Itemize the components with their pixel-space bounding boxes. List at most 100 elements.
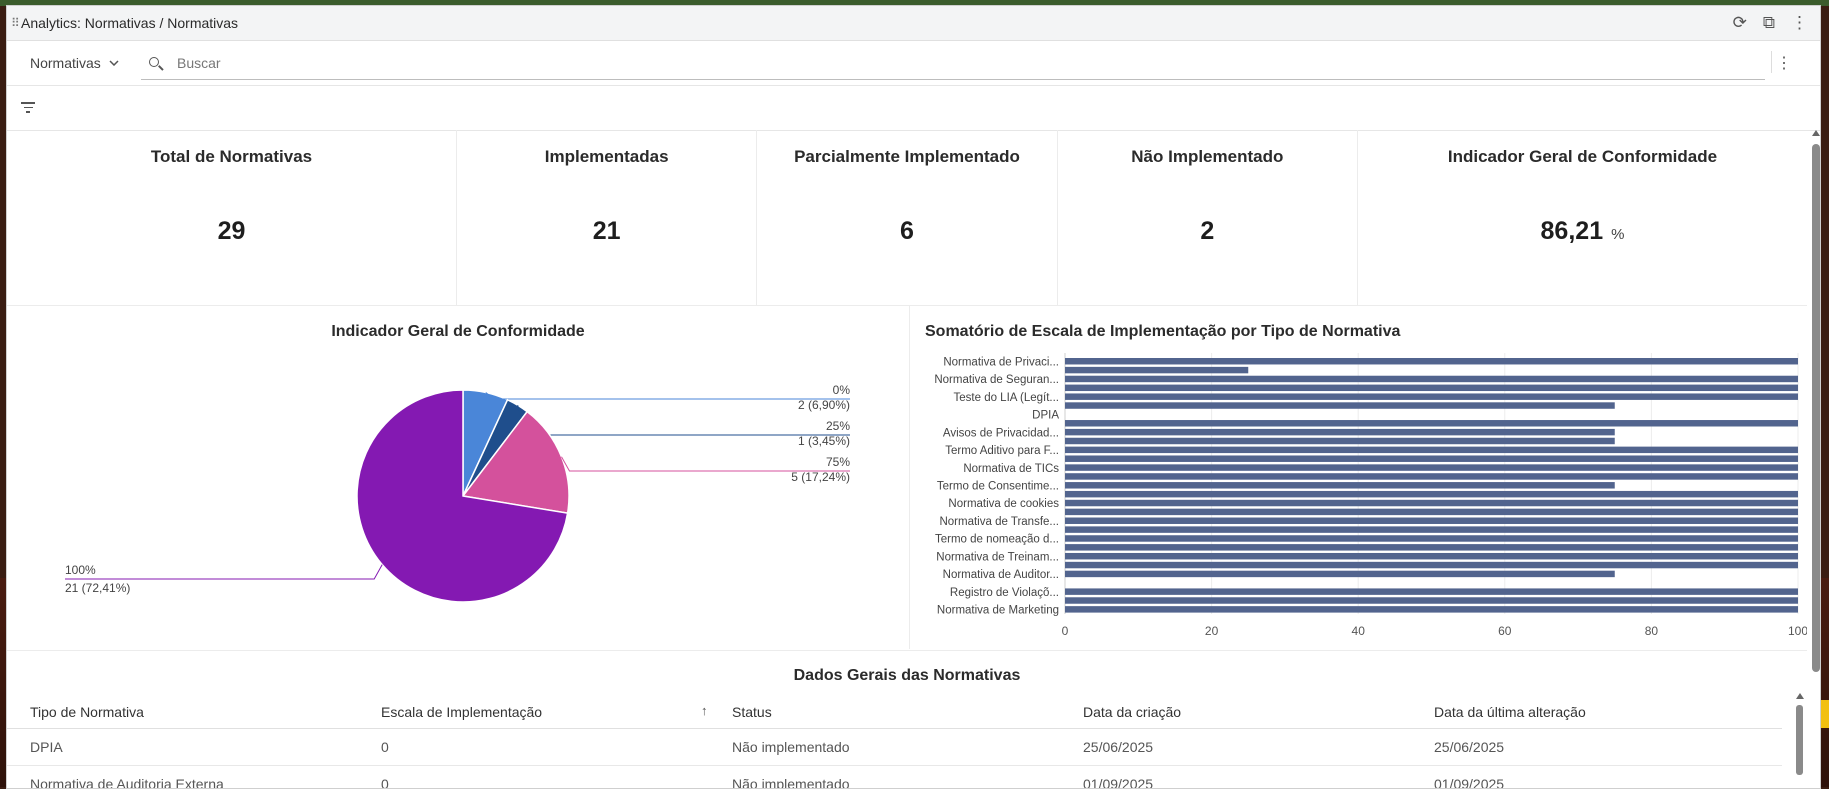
y-axis-label: Avisos de Privacidad... [943,427,1059,439]
column-header-data-alteracao[interactable]: Data da última alteração [1434,704,1586,720]
x-tick-label: 40 [1352,624,1366,638]
slice-value-label: 2 (6,90%) [798,398,850,412]
kpi-value: 29 [217,217,246,245]
pie-chart: 0%2 (6,90%) 25%1 (3,45%) 75%5 (17,24%) 100%… [65,383,851,603]
search-icon [149,57,164,71]
pie-chart-panel: Indicador Geral de Conformidade 0% 2 (6,9… [7,306,910,649]
bar [1065,606,1798,613]
bar [1065,437,1615,445]
table-row[interactable]: DPIA 0 Não implementado 25/06/2025 25/06… [7,729,1782,766]
kpi-row: Total de Normativas 29 Implementadas 21 … [7,130,1807,306]
cell-escala: 0 [381,776,389,789]
table-row[interactable]: Normativa de Auditoria Externa 0 Não imp… [7,766,1782,789]
kpi-value: 2 [1200,217,1215,245]
scroll-thumb[interactable] [1812,144,1820,672]
slice-label: 75% [826,455,850,469]
bar [1065,490,1798,498]
kpi-nao-implementado: Não Implementado 2 [1058,130,1358,305]
cell-status: Não implementado [732,739,850,755]
column-header-tipo[interactable]: Tipo de Normativa [30,704,144,720]
bar [1065,455,1798,462]
x-tick-label: 60 [1498,624,1512,638]
table-scroll-up-icon[interactable] [1796,693,1804,699]
sort-ascending-icon[interactable]: ↑ [701,703,708,718]
bar [1065,473,1798,480]
more-options-icon[interactable]: ⋮ [1791,13,1808,33]
bar [1065,517,1798,524]
kpi-total: Total de Normativas 29 [7,130,457,305]
slice-label: 0% [833,383,851,397]
bar [1065,526,1798,533]
cell-data-criacao: 01/09/2025 [1083,776,1154,789]
normativas-dropdown[interactable]: Normativas [30,55,119,71]
filter-row [7,86,1820,131]
bar [1065,358,1798,365]
dashboard-scrollbar[interactable] [1809,130,1820,690]
y-axis-label: Normativa de Auditor... [943,569,1059,581]
bar [1065,446,1798,454]
drag-handle-icon[interactable]: ⠿ [11,16,20,30]
refresh-icon[interactable]: ⟳ [1733,13,1747,33]
x-tick-label: 80 [1645,624,1659,638]
search-field[interactable] [141,47,1765,80]
leader-line [561,456,850,472]
column-header-escala[interactable]: Escala de Implementação [381,704,542,720]
search-toolbar: Normativas ⋮ [7,41,1820,86]
x-tick-label: 0 [1062,624,1069,638]
y-axis-label: Teste do LIA (Legít... [954,392,1059,404]
bar [1065,464,1798,471]
y-axis-label: Normativa de Seguran... [934,374,1059,386]
bar [1065,375,1798,383]
column-header-status[interactable]: Status [732,704,772,720]
bar [1065,588,1798,595]
search-input[interactable] [175,54,1579,72]
bar [1065,570,1615,578]
table-header: Tipo de Normativa Escala de Implementaçã… [7,698,1782,729]
kpi-value: 21 [592,217,621,245]
kpi-value: 6 [900,217,914,245]
kpi-parcial: Parcialmente Implementado 6 [757,130,1058,305]
kpi-title: Total de Normativas [150,147,313,166]
cell-tipo: Normativa de Auditoria Externa [30,776,224,789]
bar [1065,384,1798,392]
kpi-title: Implementadas [544,147,669,166]
y-axis-label: Termo de Consentime... [937,481,1059,493]
cell-status: Não implementado [732,776,850,789]
column-header-data-criacao[interactable]: Data da criação [1083,704,1181,720]
slice-value-label: 1 (3,45%) [798,434,850,448]
bar [1065,482,1615,489]
x-tick-label: 100 [1788,624,1807,638]
bar-chart-panel: Somatório de Escala de Implementação por… [910,306,1807,649]
bar [1065,499,1798,507]
table-title: Dados Gerais das Normativas [793,667,1021,684]
y-axis-label: Normativa de Transfe... [939,516,1059,528]
bar [1065,508,1798,516]
x-tick-label: 20 [1205,624,1219,638]
kpi-value: 86,21% [1540,217,1625,245]
filter-icon[interactable] [21,102,35,116]
leader-line [485,392,850,400]
restore-window-icon[interactable]: ⧉ [1763,13,1775,33]
slice-value-label: 5 (17,24%) [791,470,850,484]
y-axis-label: Normativa de Treinam... [936,551,1059,563]
y-axis-label: Normativa de TICs [963,463,1059,475]
kpi-conformidade: Indicador Geral de Conformidade 86,21% [1358,130,1807,305]
y-axis-label: DPIA [1032,410,1059,422]
y-axis-label: Normativa de Marketing [937,605,1059,617]
chevron-down-icon [109,60,119,66]
kpi-title: Indicador Geral de Conformidade [1447,147,1718,166]
analytics-window: ⠿ Analytics: Normativas / Normativas ⟳ ⧉… [6,5,1821,789]
bar [1065,535,1798,542]
scroll-up-icon[interactable] [1812,130,1820,136]
table-scrollbar[interactable] [1795,693,1805,788]
dropdown-label: Normativas [30,55,101,71]
bar [1065,393,1798,400]
bar [1065,561,1798,569]
window-titlebar[interactable]: ⠿ Analytics: Normativas / Normativas ⟳ ⧉… [7,6,1820,41]
bar [1065,402,1615,409]
bar [1065,552,1798,560]
leader-line [65,564,383,580]
table-scroll-thumb[interactable] [1796,705,1803,775]
bar [1065,544,1798,551]
toolbar-more-icon[interactable]: ⋮ [1776,53,1792,73]
